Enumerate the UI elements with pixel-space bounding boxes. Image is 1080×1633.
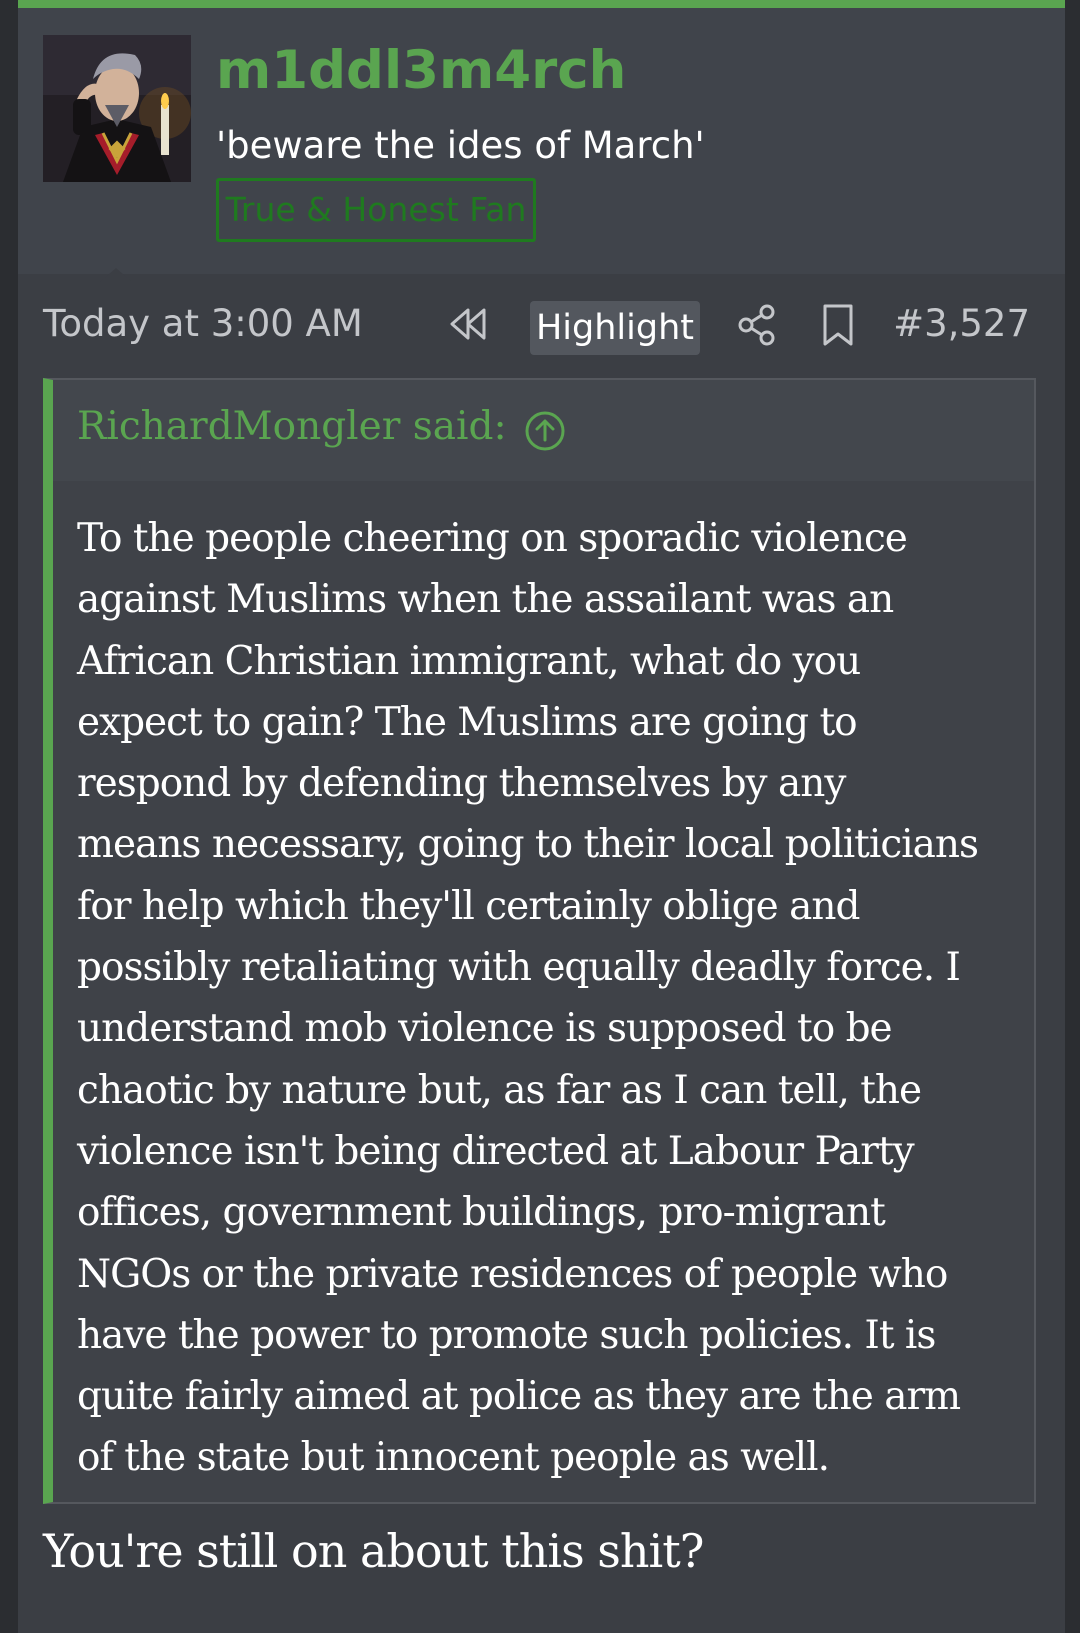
quote-author[interactable]: RichardMongler said: (77, 404, 507, 449)
quote-line: expect to gain? The Muslims are going to (77, 699, 858, 745)
quote-block: RichardMongler said: To the people cheer… (43, 378, 1036, 1504)
post-top-accent (18, 0, 1065, 8)
forum-post: m1ddl3m4rch 'beware the ides of March' T… (18, 0, 1065, 1633)
user-header: m1ddl3m4rch 'beware the ides of March' T… (18, 8, 1065, 282)
quote-line: NGOs or the private residences of people… (77, 1251, 948, 1297)
post-timestamp[interactable]: Today at 3:00 AM (43, 302, 363, 345)
quote-line: To the people cheering on sporadic viole… (77, 516, 908, 561)
bookmark-icon[interactable] (820, 302, 856, 348)
quote-line: violence isn't being directed at Labour … (77, 1128, 915, 1174)
user-custom-title: 'beware the ides of March' (216, 124, 705, 167)
quote-line: possibly retaliating with equally deadly… (77, 945, 961, 991)
user-avatar[interactable] (43, 35, 191, 182)
avatar-image (43, 35, 191, 182)
highlight-button[interactable]: Highlight (530, 301, 700, 355)
post-number[interactable]: #3,527 (893, 302, 1030, 345)
user-badge: True & Honest Fan (216, 178, 536, 242)
post-meta-bar: Today at 3:00 AM Highlight #3,527 (18, 274, 1065, 378)
quote-header: RichardMongler said: (53, 380, 1034, 481)
reply-text: You're still on about this shit? (43, 1524, 704, 1578)
arrow-up-circle-icon[interactable] (523, 409, 567, 453)
quote-body: To the people cheering on sporadic viole… (77, 508, 1017, 1489)
quote-line: quite fairly aimed at police as they are… (77, 1374, 961, 1420)
quote-line: understand mob violence is supposed to b… (77, 1006, 893, 1052)
quote-line: against Muslims when the assailant was a… (77, 577, 894, 623)
quote-line: offices, government buildings, pro-migra… (77, 1190, 886, 1236)
quote-line: African Christian immigrant, what do you (77, 638, 861, 684)
username[interactable]: m1ddl3m4rch (216, 40, 626, 101)
quote-line: respond by defending themselves by any (77, 761, 846, 807)
rewind-icon[interactable] (446, 302, 490, 346)
quote-line: for help which they'll certainly oblige … (77, 883, 860, 929)
share-icon[interactable] (736, 302, 778, 348)
quote-line: means necessary, going to their local po… (77, 822, 979, 868)
quote-line: have the power to promote such policies.… (77, 1312, 936, 1358)
quote-line: of the state but innocent people as well… (77, 1435, 830, 1481)
quote-line: chaotic by nature but, as far as I can t… (77, 1067, 922, 1113)
